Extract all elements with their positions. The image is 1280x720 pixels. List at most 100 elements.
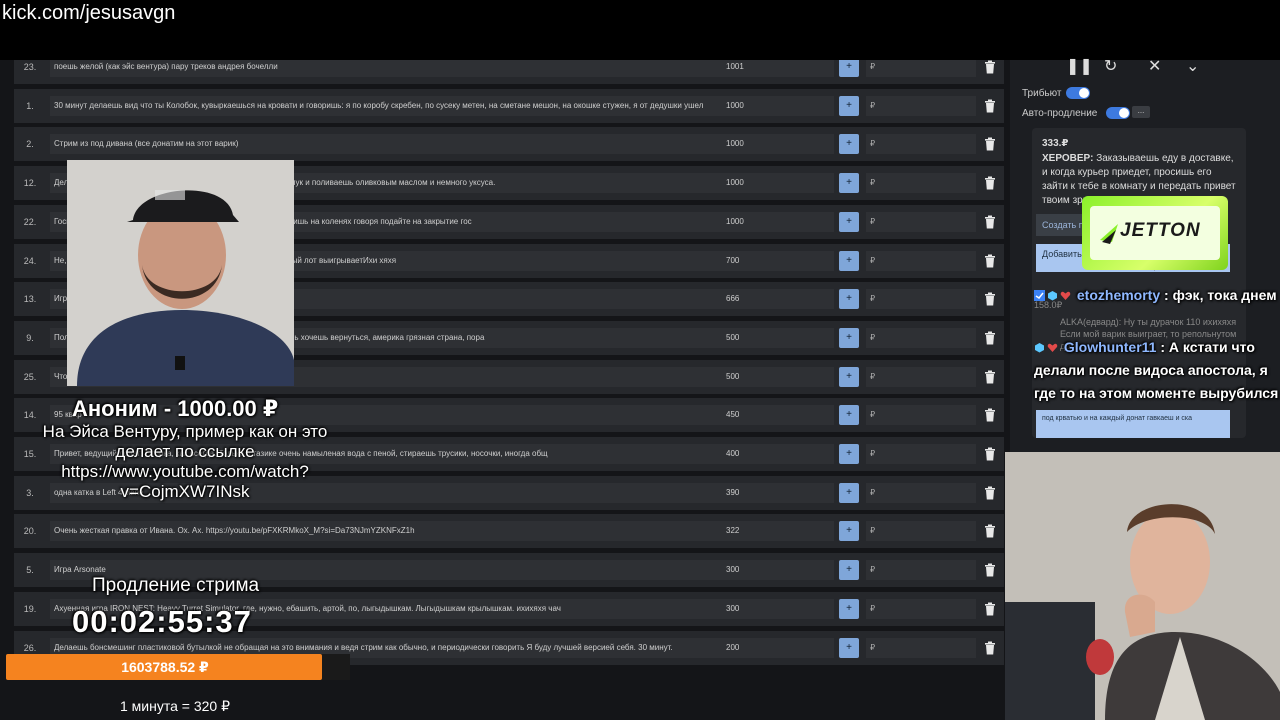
lot-amount-input[interactable]: 1001 xyxy=(722,60,834,77)
lot-amount-input[interactable]: 1000 xyxy=(722,134,834,154)
plus-icon[interactable]: + xyxy=(839,367,859,387)
card-author: ХЕРОВЕР: xyxy=(1042,153,1094,164)
lot-text-input[interactable]: Очень жесткая правка от Ивана. Ох. Ах. h… xyxy=(50,521,730,541)
chat-username[interactable]: Glowhunter11 xyxy=(1064,339,1157,355)
progress-bar: 1603788.52 ₽ xyxy=(6,654,350,680)
lot-number: 25. xyxy=(23,372,37,382)
trash-icon[interactable] xyxy=(982,560,998,580)
autoextend-toggle[interactable] xyxy=(1106,107,1130,119)
lot-amount-input[interactable]: 500 xyxy=(722,367,834,387)
lot-add-amount-input[interactable]: ₽ xyxy=(866,212,976,232)
plus-icon[interactable]: + xyxy=(839,134,859,154)
lot-add-amount-input[interactable]: ₽ xyxy=(866,444,976,464)
trash-icon[interactable] xyxy=(982,134,998,154)
lot-add-amount-input[interactable]: ₽ xyxy=(866,367,976,387)
chat-username[interactable]: etozhemorty xyxy=(1077,287,1160,303)
trash-icon[interactable] xyxy=(982,212,998,232)
tribute-toggle[interactable] xyxy=(1066,87,1090,99)
lot-add-amount-input[interactable]: ₽ xyxy=(866,60,976,77)
lot-text-input[interactable]: 30 минут делаешь вид что ты Колобок, кув… xyxy=(50,96,730,116)
tribute-label: Трибьют xyxy=(1022,88,1062,99)
lot-amount-input[interactable]: 390 xyxy=(722,483,834,503)
lot-row: 23. поешь желой (как эйс вентура) пару тр… xyxy=(14,60,1004,84)
donation-message: На Эйса Вентуру, пример как он это делае… xyxy=(42,422,328,501)
lot-amount-input[interactable]: 1000 xyxy=(722,96,834,116)
trash-icon[interactable] xyxy=(982,367,998,387)
lot-add-amount-input[interactable]: ₽ xyxy=(866,638,976,658)
trash-icon[interactable] xyxy=(982,251,998,271)
lot-number: 24. xyxy=(23,256,37,266)
plus-icon[interactable]: + xyxy=(839,560,859,580)
trash-icon[interactable] xyxy=(982,483,998,503)
lot-add-amount-input[interactable]: ₽ xyxy=(866,251,976,271)
trash-icon[interactable] xyxy=(982,173,998,193)
lot-amount-input[interactable]: 450 xyxy=(722,405,834,425)
lot-amount-input[interactable]: 1000 xyxy=(722,212,834,232)
plus-icon[interactable]: + xyxy=(839,96,859,116)
lot-add-amount-input[interactable]: ₽ xyxy=(866,328,976,348)
timer-label: Продление стрима xyxy=(92,575,260,596)
badge-verified-icon xyxy=(1034,290,1045,301)
close-icon[interactable]: ✕ xyxy=(1148,56,1161,76)
lot-amount-input[interactable]: 700 xyxy=(722,251,834,271)
chat-separator: : xyxy=(1160,287,1173,303)
lot-text-input[interactable]: Стрим из под дивана (все донатим на этот… xyxy=(50,134,730,154)
trash-icon[interactable] xyxy=(982,444,998,464)
webcam-person-image xyxy=(67,160,294,386)
lot-add-amount-input[interactable]: ₽ xyxy=(866,134,976,154)
plus-icon[interactable]: + xyxy=(839,483,859,503)
url-text: kick.com/jesusavgn xyxy=(2,2,176,24)
lot-add-amount-input[interactable]: ₽ xyxy=(866,599,976,619)
lot-amount-input[interactable]: 400 xyxy=(722,444,834,464)
plus-icon[interactable]: + xyxy=(839,638,859,658)
refresh-icon[interactable]: ↻ xyxy=(1104,56,1117,76)
trash-icon[interactable] xyxy=(982,60,998,77)
lot-add-amount-input[interactable]: ₽ xyxy=(866,96,976,116)
streamer-webcam-2 xyxy=(1005,452,1280,720)
lot-amount-input[interactable]: 200 xyxy=(722,638,834,658)
trash-icon[interactable] xyxy=(982,96,998,116)
plus-icon[interactable]: + xyxy=(839,212,859,232)
donation-donor: Аноним - 1000.00 ₽ xyxy=(72,396,279,421)
chevron-down-icon[interactable]: ⌄ xyxy=(1186,56,1199,76)
lot-row: 2. Стрим из под дивана (все донатим на эт… xyxy=(14,127,1004,161)
bottom-lot-button[interactable]: под крватью и на каждый донат гавкаеш и … xyxy=(1036,410,1230,438)
lot-add-amount-input[interactable]: ₽ xyxy=(866,483,976,503)
lot-amount-input[interactable]: 300 xyxy=(722,560,834,580)
lot-number: 5. xyxy=(26,565,34,575)
plus-icon[interactable]: + xyxy=(839,251,859,271)
plus-icon[interactable]: + xyxy=(839,289,859,309)
trash-icon[interactable] xyxy=(982,638,998,658)
plus-icon[interactable]: + xyxy=(839,173,859,193)
trash-icon[interactable] xyxy=(982,289,998,309)
trash-icon[interactable] xyxy=(982,328,998,348)
plus-icon[interactable]: + xyxy=(839,405,859,425)
timer-value: 00:02:55:37 xyxy=(72,604,252,639)
lot-number: 19. xyxy=(23,604,37,614)
lot-amount-input[interactable]: 300 xyxy=(722,599,834,619)
lot-amount-input[interactable]: 1000 xyxy=(722,173,834,193)
badge-heart-icon xyxy=(1060,291,1071,300)
pause-icon[interactable]: ❚❚ xyxy=(1066,56,1093,76)
lot-add-amount-input[interactable]: ₽ xyxy=(866,405,976,425)
lot-add-amount-input[interactable]: ₽ xyxy=(866,521,976,541)
trash-icon[interactable] xyxy=(982,521,998,541)
lot-text-input[interactable]: поешь желой (как эйс вентура) пару треко… xyxy=(50,60,730,77)
plus-icon[interactable]: + xyxy=(839,444,859,464)
lot-amount-input[interactable]: 666 xyxy=(722,289,834,309)
plus-icon[interactable]: + xyxy=(839,60,859,77)
trash-icon[interactable] xyxy=(982,599,998,619)
lot-add-amount-input[interactable]: ₽ xyxy=(866,173,976,193)
trash-icon[interactable] xyxy=(982,405,998,425)
lot-amount-input[interactable]: 322 xyxy=(722,521,834,541)
webcam-person-image-2 xyxy=(1005,452,1280,720)
plus-icon[interactable]: + xyxy=(839,521,859,541)
plus-icon[interactable]: + xyxy=(839,328,859,348)
lot-add-amount-input[interactable]: ₽ xyxy=(866,289,976,309)
lot-number: 2. xyxy=(26,139,34,149)
plus-icon[interactable]: + xyxy=(839,599,859,619)
lot-number: 9. xyxy=(26,333,34,343)
more-options-button[interactable]: ... xyxy=(1132,106,1150,118)
lot-amount-input[interactable]: 500 xyxy=(722,328,834,348)
lot-add-amount-input[interactable]: ₽ xyxy=(866,560,976,580)
